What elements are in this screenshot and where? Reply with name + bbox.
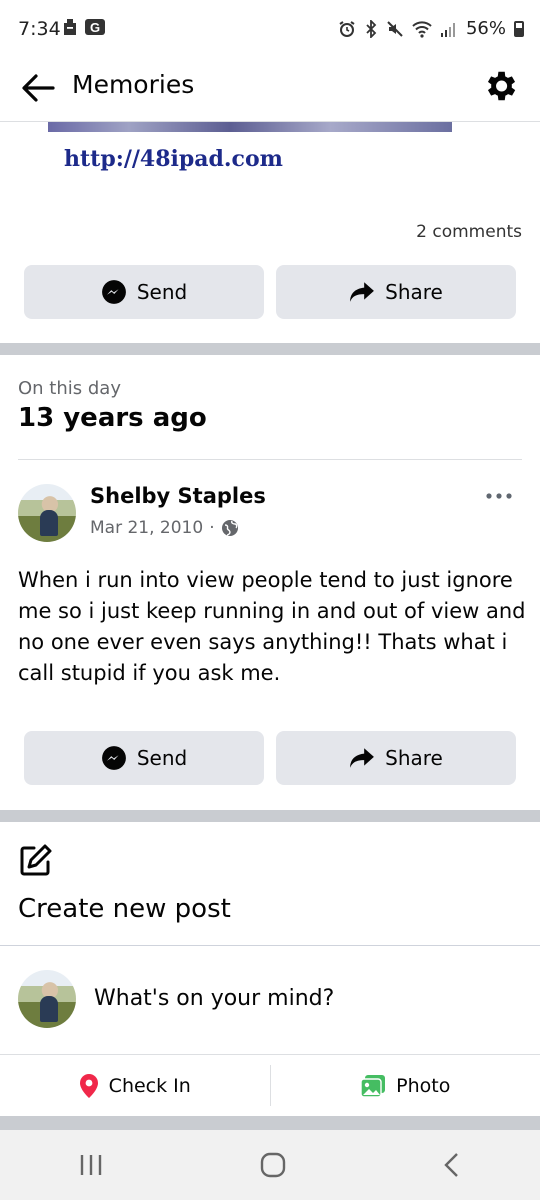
location-pin-icon [79,1073,98,1098]
app-header: Memories [0,60,540,122]
comments-count[interactable]: 2 comments [416,222,522,242]
share-arrow-icon [350,282,375,302]
back-arrow-icon [22,74,55,102]
share-label: Share [385,746,443,770]
system-nav-bar [0,1130,540,1200]
post-image-link-text: http://48ipad.com [64,146,283,172]
system-back-icon[interactable] [440,1150,464,1180]
status-right: 56% [338,18,524,39]
check-in-button[interactable]: Check In [0,1055,270,1116]
compose-placeholder[interactable]: What's on your mind? [94,986,334,1011]
previous-post-actions: Send Share [24,265,516,319]
section-divider [0,1116,540,1130]
send-label: Send [136,746,188,770]
user-avatar [18,970,76,1028]
create-post-section[interactable]: Create new post [0,822,540,944]
back-button[interactable] [16,66,60,110]
send-label: Send [136,280,188,304]
section-divider [0,810,540,822]
photo-button[interactable]: Photo [271,1055,540,1116]
signal-icon [440,22,455,37]
post-meta: Mar 21, 2010 · [90,518,239,538]
svg-text:G: G [90,20,100,35]
post-date[interactable]: Mar 21, 2010 [90,518,203,538]
photo-label: Photo [396,1074,451,1097]
alarm-icon [339,20,355,37]
memory-header-rule [18,459,522,460]
share-label: Share [385,280,443,304]
send-button[interactable]: Send [24,731,264,785]
section-divider [0,343,540,355]
check-in-label: Check In [108,1074,191,1097]
battery-icon [514,20,524,37]
home-icon[interactable] [258,1150,288,1180]
messenger-icon [101,280,126,304]
share-arrow-icon [350,748,375,768]
messenger-icon [101,746,126,770]
settings-button[interactable] [478,64,522,108]
share-button[interactable]: Share [276,731,516,785]
post-text: When i run into view people tend to just… [18,568,526,685]
more-dots-icon [486,493,512,499]
create-post-label: Create new post [18,894,231,924]
page-title: Memories [72,70,195,99]
gear-icon [487,71,516,101]
status-time: 7:34 [18,18,61,40]
share-button[interactable]: Share [276,265,516,319]
compose-row[interactable]: What's on your mind? [0,945,540,1053]
globe-icon [221,520,238,536]
memory-header: On this day 13 years ago [18,378,207,433]
author-avatar[interactable] [18,484,76,542]
photo-icon [360,1074,386,1098]
compose-actions: Check In Photo [0,1054,540,1116]
status-left-icons: G [62,18,106,36]
wifi-icon [412,20,432,38]
battery-percent: 56% [465,18,506,39]
status-bar: 7:34 G 56% [0,0,540,60]
more-options-button[interactable] [484,484,514,508]
memory-post-actions: Send Share [24,731,516,785]
edit-icon [20,844,52,876]
mute-icon [387,20,403,37]
memory-subheading: On this day [18,378,121,399]
g-app-icon: G [85,19,105,35]
recent-apps-icon[interactable] [76,1152,106,1178]
post-image[interactable] [48,122,452,132]
phone-battery-icon [64,19,76,35]
send-button[interactable]: Send [24,265,264,319]
date-separator: · [209,518,215,538]
author-name[interactable]: Shelby Staples [90,484,266,508]
memory-title: 13 years ago [18,403,207,433]
bluetooth-icon [366,19,377,38]
